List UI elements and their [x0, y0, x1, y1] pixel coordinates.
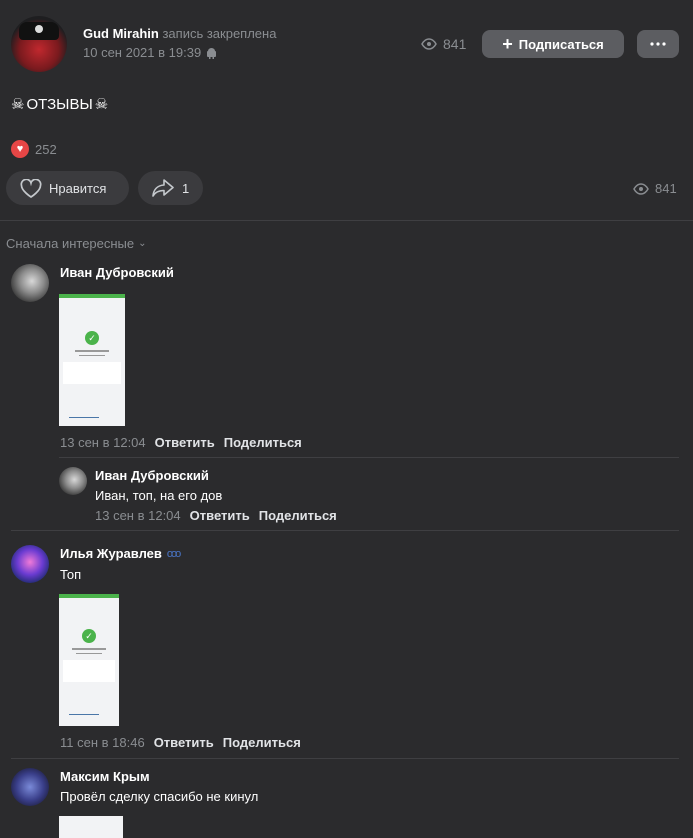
comment-text: Провёл сделку спасибо не кинул — [60, 789, 259, 804]
share-comment-button[interactable]: Поделиться — [224, 435, 302, 450]
reactions-summary[interactable]: ♥ 252 — [11, 140, 57, 158]
comment-date[interactable]: 11 сен в 18:46 — [60, 735, 145, 750]
reply-author[interactable]: Иван Дубровский — [95, 468, 209, 483]
reply-button[interactable]: Ответить — [154, 735, 214, 750]
like-button[interactable]: Нравится — [6, 171, 129, 205]
post-header-meta: Gud Mirahin запись закреплена — [83, 26, 276, 41]
share-comment-button[interactable]: Поделиться — [259, 508, 337, 523]
reply-avatar[interactable] — [59, 467, 87, 495]
comment-avatar[interactable] — [11, 768, 49, 806]
eye-icon — [421, 38, 437, 50]
heart-reaction-icon: ♥ — [11, 140, 29, 158]
views-count: 841 — [443, 36, 467, 52]
comment-date[interactable]: 13 сен в 12:04 — [60, 435, 146, 450]
comment-divider — [11, 530, 679, 531]
comment-author[interactable]: Иван Дубровский — [60, 265, 174, 280]
comment-divider — [11, 758, 679, 759]
comment-actions: 13 сен в 12:04 Ответить Поделиться — [60, 435, 302, 450]
reply-actions: 13 сен в 12:04 Ответить Поделиться — [95, 508, 337, 523]
post-author-avatar[interactable] — [11, 16, 67, 72]
check-icon: ✓ — [82, 629, 96, 643]
comment-avatar[interactable] — [11, 264, 49, 302]
sort-label: Сначала интересные — [6, 236, 135, 251]
comment-text: Топ — [60, 567, 82, 582]
comment-author-row: Илья Журавлев ooo — [60, 546, 181, 561]
reply-divider — [59, 457, 679, 458]
skull-icon: ☠ — [11, 96, 25, 113]
post-text: ☠ ОТЗЫВЫ ☠ — [11, 95, 109, 114]
share-count: 1 — [182, 180, 190, 196]
pinned-note: запись закреплена — [162, 26, 277, 41]
comment-author[interactable]: Илья Журавлев — [60, 546, 162, 561]
reply-button[interactable]: Ответить — [155, 435, 215, 450]
post-date-row: 10 сен 2021 в 19:39 — [83, 45, 217, 60]
post-divider — [0, 220, 693, 221]
share-comment-button[interactable]: Поделиться — [223, 735, 301, 750]
comment-image[interactable]: ✓ — [59, 594, 119, 726]
comment-image[interactable] — [59, 816, 123, 838]
comment-avatar[interactable] — [11, 545, 49, 583]
post-date[interactable]: 10 сен 2021 в 19:39 — [83, 45, 201, 60]
comments-sort[interactable]: Сначала интересные ⌄ — [6, 236, 147, 251]
comment-image[interactable]: ✓ — [59, 294, 125, 426]
bottom-views: 841 — [633, 181, 677, 196]
more-icon — [650, 42, 666, 46]
heart-icon — [20, 178, 42, 198]
reply-button[interactable]: Ответить — [190, 508, 250, 523]
post-text-label: ОТЗЫВЫ — [26, 95, 93, 113]
post-author-name[interactable]: Gud Mirahin — [83, 26, 159, 41]
comment-actions: 11 сен в 18:46 Ответить Поделиться — [60, 735, 301, 750]
skull-icon: ☠ — [94, 96, 109, 113]
plus-icon: + — [502, 34, 513, 54]
chevron-down-icon: ⌄ — [138, 238, 147, 249]
reactions-count: 252 — [35, 141, 57, 157]
check-icon: ✓ — [85, 331, 99, 345]
reply-date[interactable]: 13 сен в 12:04 — [95, 508, 181, 523]
comment-author[interactable]: Максим Крым — [60, 769, 150, 784]
donut-badge-icon: ooo — [166, 547, 181, 560]
android-icon — [207, 47, 217, 59]
subscribe-button[interactable]: + Подписаться — [482, 30, 624, 58]
more-button[interactable] — [637, 30, 679, 58]
post-views: 841 — [421, 36, 466, 52]
like-label: Нравится — [49, 180, 107, 196]
eye-icon — [633, 182, 649, 195]
share-arrow-icon — [152, 179, 174, 197]
subscribe-label: Подписаться — [518, 36, 604, 52]
bottom-views-count: 841 — [655, 181, 677, 196]
reply-text: Иван, топ, на его дов — [95, 488, 223, 503]
share-button[interactable]: 1 — [138, 171, 203, 205]
skull-mark — [35, 25, 43, 33]
